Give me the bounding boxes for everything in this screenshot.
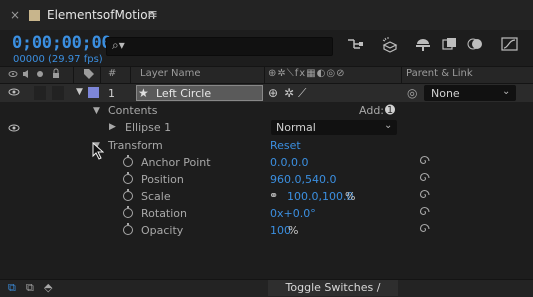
position-value[interactable]: 960.0,540.0 bbox=[270, 173, 336, 186]
graph-editor-icon[interactable] bbox=[500, 37, 520, 55]
comp-tab-title[interactable]: ElementsofMotion bbox=[47, 8, 155, 22]
comp-label-swatch bbox=[29, 10, 40, 21]
chevron-down-icon: ⌄ bbox=[384, 120, 393, 131]
av-switches-icons bbox=[8, 68, 66, 83]
quality-switch-icon[interactable]: ⟋ bbox=[298, 86, 306, 101]
contents-expand-chevron-icon[interactable]: ▼ bbox=[93, 106, 100, 116]
frame-count-display: 00000 (29.97 fps) bbox=[13, 54, 103, 65]
layer-label-color[interactable] bbox=[88, 87, 99, 98]
mouse-cursor-icon bbox=[92, 141, 105, 164]
chevron-down-icon: ⌄ bbox=[502, 86, 511, 97]
shape-layer-star-icon: ★ bbox=[138, 86, 149, 100]
property-name: Scale bbox=[141, 190, 171, 203]
ellipse-expand-chevron-icon[interactable]: ▶ bbox=[109, 122, 116, 132]
expression-pickwhip-icon[interactable] bbox=[419, 172, 430, 186]
property-name: Rotation bbox=[141, 207, 188, 220]
layer-search-input[interactable] bbox=[106, 37, 333, 56]
column-divider bbox=[100, 66, 101, 84]
search-icon[interactable]: ⌕▾ bbox=[112, 38, 125, 53]
panel-menu-icon[interactable]: ≡ bbox=[147, 7, 158, 22]
composition-mini-flowchart-icon[interactable] bbox=[345, 37, 365, 55]
toggle-switches-modes-button[interactable]: Toggle Switches / Modes bbox=[268, 280, 398, 296]
parent-dropdown-value: None bbox=[431, 87, 460, 100]
column-divider bbox=[264, 66, 265, 84]
video-visibility-eye-icon[interactable] bbox=[8, 87, 20, 100]
switches-column-header: ⊕✲⟍fx▦◐◎⊘ bbox=[268, 68, 346, 79]
rotation-stopwatch-icon[interactable] bbox=[123, 206, 133, 218]
opacity-unit: % bbox=[288, 224, 299, 237]
rotation-value[interactable]: 0x+0.0° bbox=[270, 207, 316, 220]
layer-index: 1 bbox=[108, 87, 115, 100]
anchor-point-stopwatch-icon[interactable] bbox=[123, 155, 133, 167]
expression-pickwhip-icon[interactable] bbox=[419, 223, 430, 237]
expression-pickwhip-icon[interactable] bbox=[419, 189, 430, 203]
transform-reset-link[interactable]: Reset bbox=[270, 139, 301, 152]
close-tab-icon[interactable]: × bbox=[10, 8, 20, 22]
position-stopwatch-icon[interactable] bbox=[123, 172, 133, 184]
number-column-header: # bbox=[108, 68, 117, 79]
constrain-proportions-link-icon[interactable]: ⚭ bbox=[269, 189, 278, 202]
layer-name-text[interactable]: Left Circle bbox=[156, 87, 211, 100]
motion-blur-icon[interactable] bbox=[466, 37, 486, 55]
expression-pickwhip-icon[interactable] bbox=[419, 206, 430, 220]
property-name: Anchor Point bbox=[141, 156, 211, 169]
add-menu-label[interactable]: Add: bbox=[359, 104, 384, 117]
frame-blending-icon[interactable] bbox=[440, 37, 460, 55]
contents-group-label[interactable]: Contents bbox=[108, 104, 157, 117]
solo-switch-slot[interactable] bbox=[34, 86, 46, 100]
parent-pick-whip-icon[interactable]: ◎ bbox=[407, 86, 417, 100]
shy-layers-icon[interactable] bbox=[413, 37, 433, 55]
parent-column-header: Parent & Link bbox=[406, 68, 473, 79]
add-play-icon[interactable]: ➊ bbox=[385, 103, 395, 117]
scale-stopwatch-icon[interactable] bbox=[123, 189, 133, 201]
anchor-point-value[interactable]: 0.0,0.0 bbox=[270, 156, 308, 169]
layer-name-column-header[interactable]: Layer Name bbox=[140, 68, 201, 79]
layer-expand-chevron-icon[interactable]: ▼ bbox=[76, 87, 83, 97]
expression-pickwhip-icon[interactable] bbox=[419, 155, 430, 169]
blend-mode-value: Normal bbox=[276, 121, 316, 134]
current-time-display[interactable]: 0;00;00;00 bbox=[12, 33, 112, 53]
in-out-pane-icon[interactable]: ⬘ bbox=[44, 281, 52, 294]
column-divider bbox=[130, 66, 131, 84]
draft-3d-icon[interactable] bbox=[380, 37, 400, 55]
property-name: Position bbox=[141, 173, 184, 186]
scale-value[interactable]: 100.0,100.0 bbox=[287, 190, 353, 203]
ellipse-group-label[interactable]: Ellipse 1 bbox=[125, 121, 171, 134]
layer-switches-pane-icon[interactable]: ⧉ bbox=[8, 281, 16, 295]
ellipse-visibility-eye-icon[interactable] bbox=[8, 123, 20, 136]
transform-group-label[interactable]: Transform bbox=[108, 139, 163, 152]
lock-switch-slot[interactable] bbox=[52, 86, 64, 100]
collapse-switch-icon[interactable]: ✲ bbox=[284, 86, 294, 100]
label-column-icon bbox=[83, 68, 95, 83]
shy-switch-icon[interactable]: ⊕ bbox=[268, 86, 278, 100]
column-divider bbox=[73, 66, 74, 84]
modes-pane-icon[interactable]: ⧉ bbox=[26, 281, 34, 295]
opacity-stopwatch-icon[interactable] bbox=[123, 223, 133, 235]
scale-unit: % bbox=[345, 190, 356, 203]
timeline-footer bbox=[0, 279, 533, 297]
column-divider bbox=[401, 66, 402, 84]
property-name: Opacity bbox=[141, 224, 184, 237]
